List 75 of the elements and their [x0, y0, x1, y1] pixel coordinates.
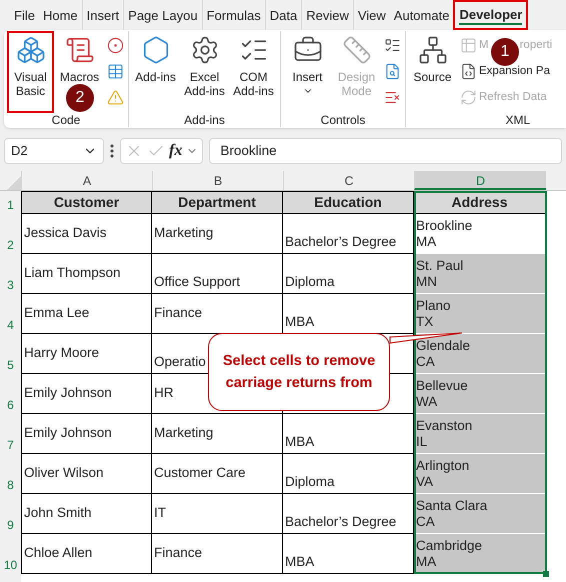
- table-cell: MBA: [283, 414, 414, 454]
- row-header[interactable]: 1: [0, 191, 21, 214]
- table-cell: IT: [152, 494, 283, 534]
- ribbon-tab[interactable]: File: [10, 0, 39, 30]
- address-cell: Bellevue WA: [414, 374, 546, 414]
- row-header[interactable]: 8: [0, 454, 21, 494]
- row-header[interactable]: 2: [0, 214, 21, 254]
- table-icon: [460, 37, 477, 54]
- refresh-icon: [460, 89, 477, 106]
- formula-field[interactable]: Brookline: [209, 138, 562, 164]
- tree-icon: [418, 35, 448, 65]
- group-label: Add-ins: [184, 113, 225, 127]
- address-cell: Arlington VA: [414, 454, 546, 494]
- address-cell: Cambridge MA: [414, 534, 546, 574]
- file-search-icon: [384, 62, 400, 80]
- address-cell: Plano TX: [414, 294, 546, 334]
- table-cell: Diploma: [283, 454, 414, 494]
- row-header[interactable]: 9: [0, 494, 21, 534]
- ribbon-button[interactable]: Excel Add-ins: [181, 31, 228, 113]
- address-cell: Santa Clara CA: [414, 494, 546, 534]
- ribbon-button[interactable]: Insert: [284, 31, 331, 113]
- header-cell: Education: [283, 191, 414, 214]
- table-cell: Bachelor’s Degree: [283, 494, 414, 534]
- ribbon-button[interactable]: Visual Basic: [7, 31, 54, 113]
- group-label: XML: [506, 113, 530, 127]
- boxes-icon: [16, 35, 46, 65]
- address-cell: Glendale CA: [414, 334, 546, 374]
- scroll-icon: [64, 35, 94, 65]
- ribbon-button[interactable]: Add-ins: [132, 31, 179, 113]
- row-header[interactable]: 3: [0, 254, 21, 294]
- column-header[interactable]: A: [21, 171, 152, 190]
- table-cell: Harry Moore: [21, 334, 152, 374]
- ribbon-button[interactable]: COM Add-ins: [230, 31, 277, 113]
- warning-icon: [106, 88, 124, 106]
- table-cell: Customer Care: [152, 454, 283, 494]
- header-cell: Department: [152, 191, 283, 214]
- code-file-icon: [460, 63, 477, 80]
- row-header[interactable]: 10: [0, 534, 21, 574]
- address-cell: Evanston IL: [414, 414, 546, 454]
- record-icon: [106, 36, 124, 54]
- table-cell: Diploma: [283, 254, 414, 294]
- header-cell: Customer: [21, 191, 152, 214]
- table-cell: John Smith: [21, 494, 152, 534]
- table-cell: Chloe Allen: [21, 534, 152, 574]
- ruler-icon: [342, 35, 372, 65]
- table-cell: Marketing: [152, 414, 283, 454]
- table-cell: Emily Johnson: [21, 414, 152, 454]
- row-header[interactable]: 5: [0, 334, 21, 374]
- row-header[interactable]: 7: [0, 414, 21, 454]
- function-button[interactable]: fx: [169, 139, 182, 163]
- row-header[interactable]: 4: [0, 294, 21, 334]
- table-cell: Finance: [152, 534, 283, 574]
- ribbon-tab[interactable]: Home: [38, 0, 82, 30]
- group-label: Controls: [320, 113, 366, 127]
- table-cell: Liam Thompson: [21, 254, 152, 294]
- record-button[interactable]: [105, 35, 125, 55]
- list-icon: [384, 36, 400, 54]
- table-cell: Emily Johnson: [21, 374, 152, 414]
- table-cell: MBA: [283, 534, 414, 574]
- address-cell: St. Paul MN: [414, 254, 546, 294]
- more-icon: [110, 144, 114, 158]
- group-label: Code: [52, 113, 80, 127]
- row-header[interactable]: 6: [0, 374, 21, 414]
- column-header[interactable]: B: [152, 171, 283, 190]
- ribbon-tab[interactable]: Automate: [390, 0, 454, 30]
- table-cell: Bachelor’s Degree: [283, 214, 414, 254]
- table-cell: Jessica Davis: [21, 214, 152, 254]
- grid-icon: [106, 62, 124, 80]
- table-cell: Oliver Wilson: [21, 454, 152, 494]
- table-cell: Emma Lee: [21, 294, 152, 334]
- fill-handle[interactable]: [543, 571, 549, 577]
- name-box[interactable]: D2: [4, 138, 104, 164]
- table-cell: Marketing: [152, 214, 283, 254]
- ribbon-button[interactable]: Source: [409, 31, 456, 113]
- table-cell: Office Support: [152, 254, 283, 294]
